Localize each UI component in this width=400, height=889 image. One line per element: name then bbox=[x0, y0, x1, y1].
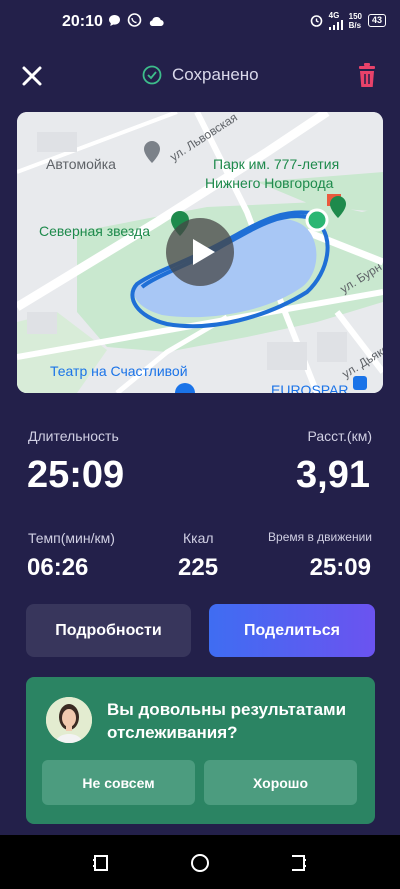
saved-label: Сохранено bbox=[172, 65, 259, 84]
speed-unit: B/s bbox=[348, 20, 362, 30]
top-bar: Сохранено bbox=[0, 60, 400, 94]
map-label-eurospar: EUROSPAR bbox=[271, 382, 349, 393]
moving-time-label: Время в движении bbox=[268, 530, 372, 544]
status-bar: 20:10 4G 150 B/s 43 bbox=[0, 0, 400, 44]
share-button[interactable]: Поделиться bbox=[209, 604, 375, 657]
avatar-image bbox=[46, 697, 92, 743]
map-label-theater: Театр на Счастливой bbox=[50, 363, 188, 379]
distance-label: Расст.(км) bbox=[307, 428, 372, 444]
pace-label: Темп(мин/км) bbox=[28, 530, 115, 546]
feedback-no-button[interactable]: Не совсем bbox=[42, 760, 195, 805]
saved-status: Сохранено bbox=[142, 65, 259, 85]
notification-icons bbox=[108, 13, 164, 28]
feedback-question: Вы довольны результатами отслеживания? bbox=[107, 700, 347, 742]
close-icon[interactable] bbox=[20, 64, 44, 88]
map-label-severnaya: Северная звезда bbox=[39, 223, 150, 239]
start-marker bbox=[305, 208, 329, 232]
viber-icon bbox=[127, 13, 142, 27]
system-status: 4G 150 B/s 43 bbox=[310, 11, 386, 30]
back-icon[interactable] bbox=[287, 852, 309, 874]
network-type: 4G bbox=[328, 11, 340, 20]
map-label-park-line2: Нижнего Новгорода bbox=[205, 175, 334, 191]
signal-icon bbox=[328, 20, 343, 30]
moving-time-value: 25:09 bbox=[309, 554, 371, 581]
feedback-yes-button[interactable]: Хорошо bbox=[204, 760, 357, 805]
cloud-icon bbox=[149, 16, 164, 26]
pace-value: 06:26 bbox=[27, 554, 89, 581]
navigation-bar bbox=[0, 835, 400, 889]
details-button[interactable]: Подробности bbox=[26, 604, 191, 657]
check-circle-icon bbox=[142, 65, 162, 85]
map-label-car-wash: Автомойка bbox=[46, 156, 116, 172]
alarm-icon bbox=[310, 15, 322, 27]
trash-icon[interactable] bbox=[356, 63, 378, 89]
kcal-value: 225 bbox=[178, 554, 219, 581]
avatar bbox=[46, 697, 92, 743]
distance-value: 3,91 bbox=[296, 454, 370, 496]
network-indicator: 4G bbox=[328, 11, 343, 30]
kcal-label: Ккал bbox=[183, 530, 214, 546]
home-icon[interactable] bbox=[189, 852, 211, 874]
status-time: 20:10 bbox=[62, 13, 103, 30]
route-map[interactable]: Автомойка ул. Львовская Парк им. 777-лет… bbox=[17, 112, 383, 393]
play-button[interactable] bbox=[166, 218, 234, 286]
feedback-card: Вы довольны результатами отслеживания? Н… bbox=[26, 677, 375, 824]
duration-label: Длительность bbox=[28, 428, 119, 444]
battery-icon: 43 bbox=[367, 14, 386, 27]
message-icon bbox=[109, 15, 120, 26]
speed-value: 150 bbox=[348, 11, 362, 21]
recent-apps-icon[interactable] bbox=[90, 852, 112, 874]
duration-value: 25:09 bbox=[27, 454, 125, 496]
map-label-park-line1: Парк им. 777-летия bbox=[213, 156, 340, 172]
play-icon bbox=[193, 239, 215, 265]
network-speed: 150 B/s bbox=[349, 12, 362, 30]
